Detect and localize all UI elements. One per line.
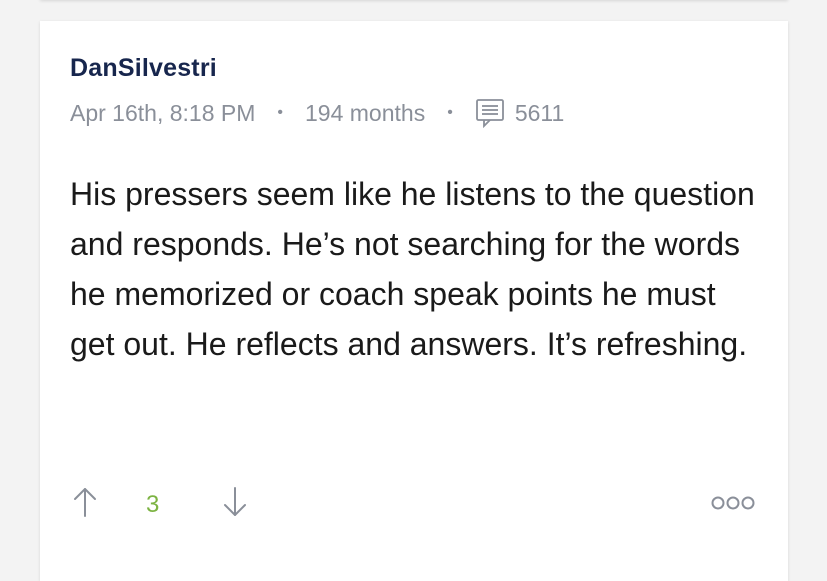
more-options-icon[interactable] <box>710 493 756 513</box>
comment-author[interactable]: DanSilvestri <box>70 54 217 83</box>
comment-actions: 3 <box>70 481 760 525</box>
separator-dot: • <box>277 104 283 121</box>
arrow-down-icon[interactable] <box>220 485 250 519</box>
comment-body: His pressers seem like he listens to the… <box>70 176 755 362</box>
member-age: 194 months <box>305 99 426 126</box>
comment-icon <box>475 98 505 128</box>
comment-meta: Apr 16th, 8:18 PM • 194 months • 5611 <box>70 97 564 129</box>
vote-count: 3 <box>146 491 160 518</box>
arrow-up-icon[interactable] <box>70 485 100 519</box>
separator-dot: • <box>447 104 453 121</box>
author-comment-count: 5611 <box>514 99 565 126</box>
comment-card: DanSilvestri Apr 16th, 8:18 PM • 194 mon… <box>40 21 788 581</box>
comment-timestamp: Apr 16th, 8:18 PM <box>70 99 256 126</box>
